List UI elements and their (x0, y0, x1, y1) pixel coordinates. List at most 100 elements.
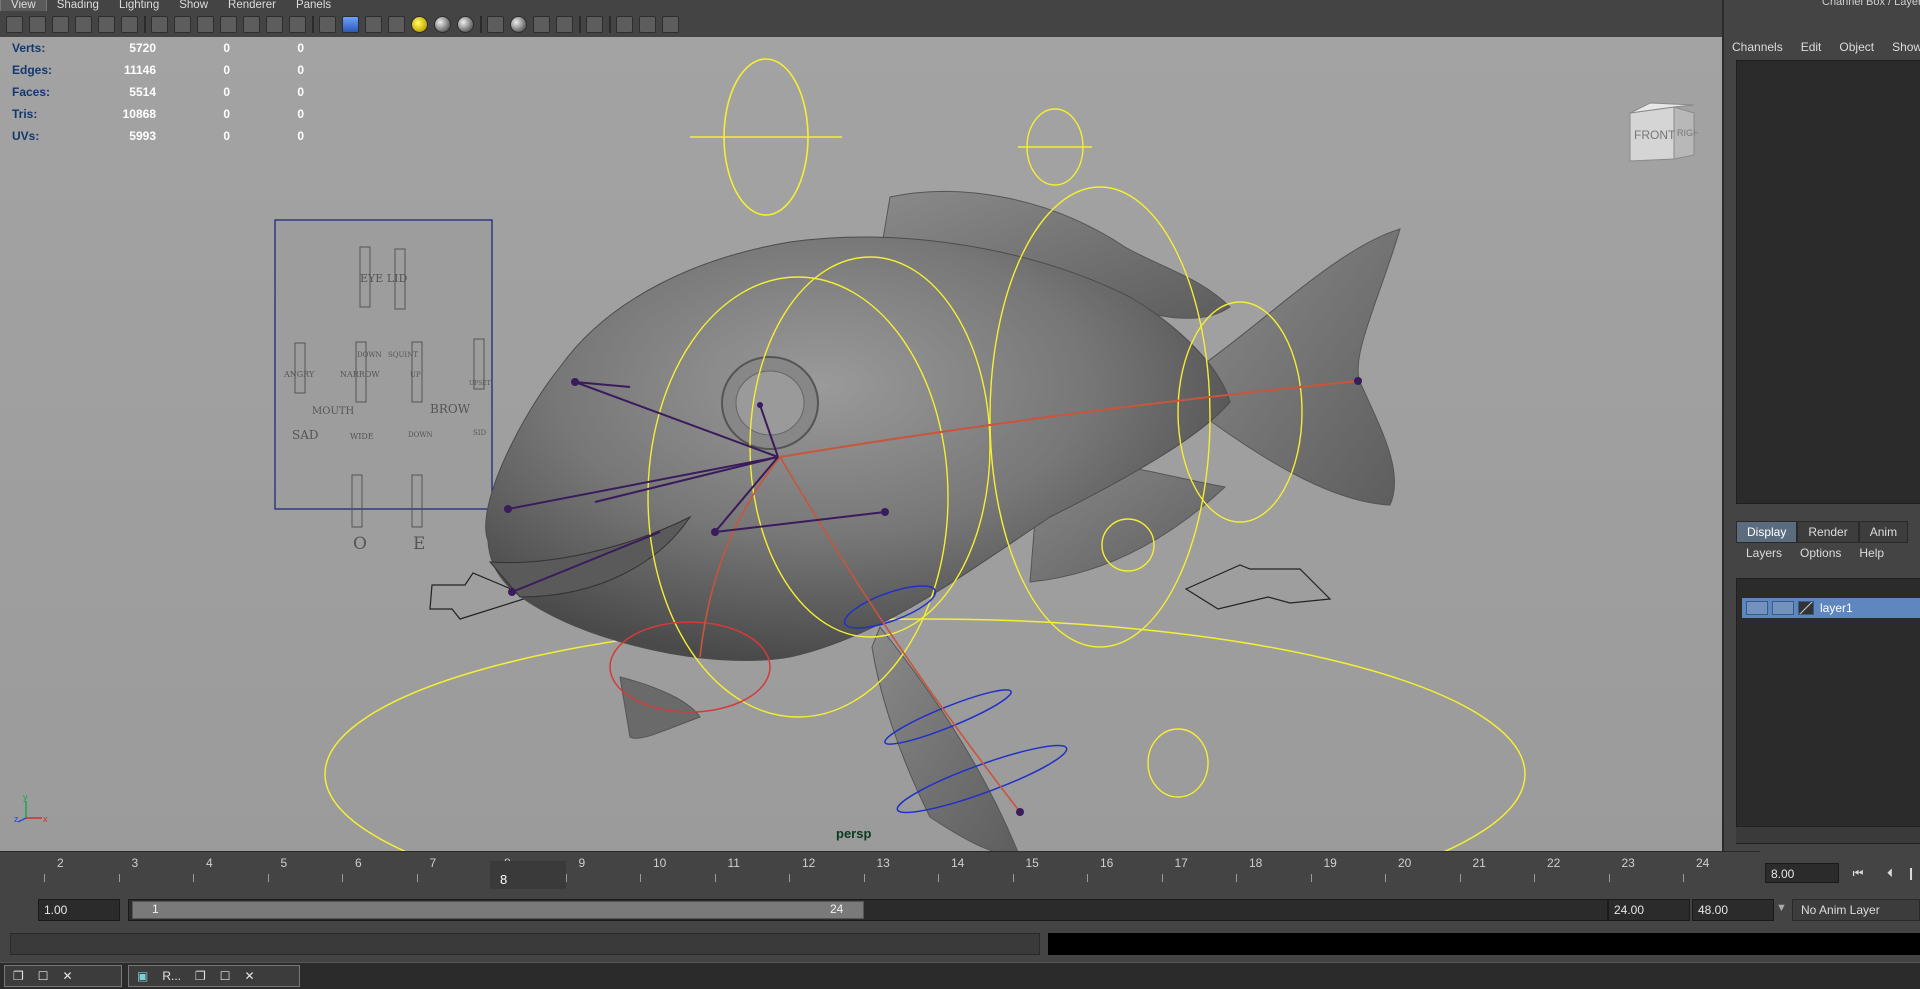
grid-icon[interactable] (151, 15, 168, 33)
layer-playback-toggle[interactable] (1772, 601, 1794, 615)
time-tick-label: 15 (1025, 856, 1039, 870)
time-tick-label: 24 (1696, 856, 1710, 870)
camera-attributes-icon[interactable] (29, 15, 46, 33)
menu-layers[interactable]: Layers (1746, 546, 1782, 560)
axis-x-label: x (43, 814, 48, 824)
layer-color-swatch[interactable] (1798, 601, 1814, 615)
time-tick-mark (44, 874, 45, 882)
gate-mask-icon[interactable] (220, 15, 237, 33)
maximize-icon[interactable]: ☐ (220, 969, 231, 983)
minimized-window-label: R... (162, 969, 182, 983)
start-time-field[interactable]: 1.00 (38, 899, 120, 921)
time-tick-label: 17 (1174, 856, 1188, 870)
time-tick-mark (342, 874, 343, 882)
right-arrow-control (1184, 564, 1332, 610)
menu-channels[interactable]: Channels (1732, 40, 1783, 54)
step-back-key-icon[interactable]: ❙ (1904, 863, 1918, 883)
field-chart-icon[interactable] (243, 15, 260, 33)
image-plane-icon[interactable] (75, 15, 92, 33)
face-label-e: E (413, 534, 425, 554)
layer-row[interactable]: layer1 (1742, 598, 1920, 618)
menu-show[interactable]: Show (169, 0, 218, 11)
tab-render[interactable]: Render (1797, 521, 1859, 543)
view-cube-right-label: RIGHT (1677, 128, 1698, 138)
command-line-input[interactable] (10, 933, 1040, 955)
bookmarks-icon[interactable] (52, 15, 69, 33)
menu-lighting[interactable]: Lighting (109, 0, 169, 11)
scene-canvas[interactable]: EYE LID DOWN SQUINT ANGRY MOUTH SAD NARR… (0, 37, 1722, 851)
frame-all-icon[interactable] (639, 15, 656, 33)
high-quality-icon[interactable] (457, 15, 474, 33)
time-tick-mark (1087, 874, 1088, 882)
two-d-pan-zoom-icon[interactable] (98, 15, 115, 33)
anim-layer-dropdown[interactable]: No Anim Layer (1792, 899, 1920, 921)
shadows-icon[interactable] (434, 15, 451, 33)
time-tick-label: 5 (280, 856, 288, 870)
textured-icon[interactable] (388, 15, 405, 33)
menu-edit[interactable]: Edit (1801, 40, 1822, 54)
isolate-select-icon[interactable] (487, 15, 504, 33)
perspective-viewport[interactable]: EYE LID DOWN SQUINT ANGRY MOUTH SAD NARR… (0, 37, 1722, 851)
tab-display[interactable]: Display (1736, 521, 1798, 543)
time-tick-label: 23 (1621, 856, 1635, 870)
close-icon[interactable]: ✕ (63, 969, 73, 983)
safe-title-icon[interactable] (289, 15, 306, 33)
hud-value: 0 (223, 63, 230, 77)
menu-options[interactable]: Options (1800, 546, 1841, 560)
face-control-panel: EYE LID DOWN SQUINT ANGRY MOUTH SAD NARR… (274, 219, 493, 554)
select-camera-icon[interactable] (6, 15, 23, 33)
menu-renderer[interactable]: Renderer (218, 0, 286, 11)
hud-value: 0 (297, 41, 304, 55)
layer-visibility-toggle[interactable] (1746, 601, 1768, 615)
time-tick-label: 16 (1100, 856, 1114, 870)
channel-list[interactable] (1736, 60, 1920, 504)
go-to-start-icon[interactable]: ⏮ (1848, 863, 1868, 883)
share-icon[interactable] (662, 15, 679, 33)
close-icon[interactable]: ✕ (245, 969, 255, 983)
wireframe-icon[interactable] (319, 15, 336, 33)
time-tick-mark (1459, 874, 1461, 882)
hud-value: 0 (297, 129, 304, 143)
menu-help[interactable]: Help (1859, 546, 1884, 560)
restore-icon[interactable]: ❐ (195, 969, 206, 983)
step-back-icon[interactable]: ⏴ (1880, 863, 1900, 883)
wireframe-on-shaded-icon[interactable] (365, 15, 382, 33)
end-time-field[interactable]: 24.00 (1608, 899, 1690, 921)
menu-show[interactable]: Show (1892, 40, 1920, 54)
smooth-shade-icon[interactable] (342, 15, 359, 33)
time-slider[interactable]: 23456789101112131415161718192021222324 (0, 851, 1760, 890)
xray-icon[interactable] (510, 15, 527, 33)
menu-object[interactable]: Object (1839, 40, 1874, 54)
layer-name[interactable]: layer1 (1820, 601, 1853, 615)
minimized-window-2[interactable]: ▣ R... ❐ ☐ ✕ (128, 965, 300, 987)
time-tick-label: 2 (57, 856, 64, 870)
maximize-icon[interactable]: ☐ (38, 969, 49, 983)
menu-view[interactable]: View (0, 0, 47, 11)
time-tick-label: 6 (355, 856, 362, 870)
backface-culling-icon[interactable] (556, 15, 573, 33)
menu-panels[interactable]: Panels (286, 0, 341, 11)
face-label-angry: ANGRY (283, 370, 315, 379)
minimized-window-1[interactable]: ❐ ☐ ✕ (4, 965, 122, 987)
anim-end-field[interactable]: 48.00 (1692, 899, 1774, 921)
face-label-o: O (353, 534, 367, 554)
safe-action-icon[interactable] (266, 15, 283, 33)
use-all-lights-icon[interactable] (411, 15, 428, 33)
dropdown-arrow-icon[interactable]: ▼ (1776, 902, 1787, 914)
grease-pencil-icon[interactable] (121, 15, 138, 33)
tab-anim[interactable]: Anim (1858, 521, 1909, 543)
select-tool-icon[interactable] (586, 15, 603, 33)
film-gate-icon[interactable] (174, 15, 191, 33)
face-label-narrow: NARROW (340, 370, 380, 379)
cube-icon[interactable] (616, 15, 633, 33)
menu-shading[interactable]: Shading (47, 0, 109, 11)
resolution-gate-icon[interactable] (197, 15, 214, 33)
range-slider-handle[interactable] (132, 901, 864, 919)
restore-icon[interactable]: ❐ (13, 969, 24, 983)
xray-joints-icon[interactable] (533, 15, 550, 33)
hud-row-faces: Faces: 5514 0 0 (12, 81, 304, 103)
view-cube[interactable]: FRONT RIGHT (1626, 99, 1698, 167)
face-label-wide: WIDE (350, 432, 374, 441)
layer-scrollbar[interactable] (1736, 826, 1920, 843)
current-time-field[interactable]: 8.00 (1765, 863, 1839, 883)
